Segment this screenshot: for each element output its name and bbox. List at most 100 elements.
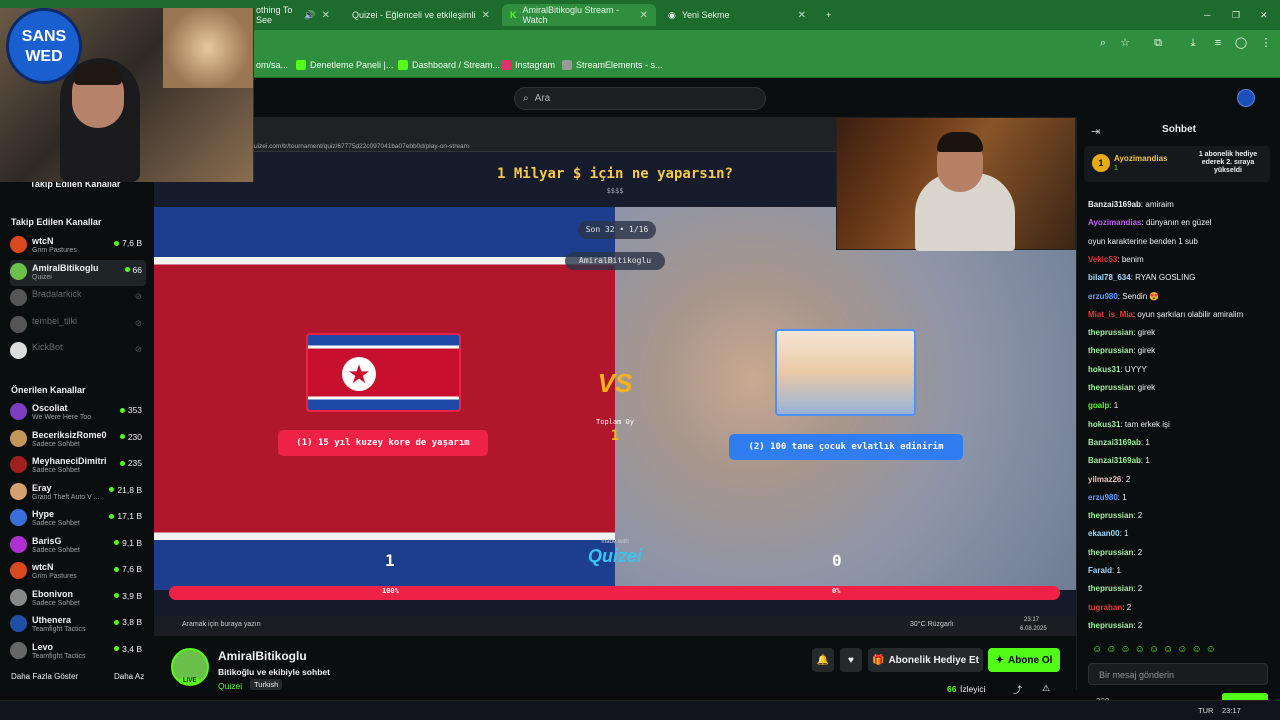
chat-username[interactable]: theprussian xyxy=(1088,621,1133,630)
maximize-button[interactable]: ❐ xyxy=(1224,4,1248,26)
recommended-item-hype[interactable]: Hype Sadece Sohbet 17,1 B xyxy=(10,506,146,532)
chat-username[interactable]: theprussian xyxy=(1088,548,1133,557)
chat-username[interactable]: yilmaz26 xyxy=(1088,475,1121,484)
bookmark-item[interactable]: Dashboard / Stream... xyxy=(398,60,500,70)
clock[interactable]: 23:17 xyxy=(1222,706,1241,715)
channel-name[interactable]: AmiralBitikoglu xyxy=(218,649,307,663)
chat-username[interactable]: erzu980 xyxy=(1088,292,1118,301)
avatar xyxy=(10,429,27,447)
close-icon[interactable]: ✕ xyxy=(798,10,806,21)
live-badge: LIVE xyxy=(180,678,200,684)
notification-bell-button[interactable]: 🔔 xyxy=(812,648,834,672)
chat-username[interactable]: hokus31 xyxy=(1088,365,1120,374)
close-icon[interactable]: ✕ xyxy=(482,10,490,21)
chat-username[interactable]: Banzai3169ab xyxy=(1088,200,1141,209)
channel-logo: SANS WED xyxy=(6,8,82,84)
chat-username[interactable]: theprussian xyxy=(1088,383,1133,392)
recommended-item-oscoliat[interactable]: Oscoliat We Were Here Too 353 xyxy=(10,400,146,426)
option-1-image[interactable]: ★ xyxy=(306,333,461,412)
zoom-icon[interactable]: ⌕ xyxy=(1096,36,1110,50)
avatar xyxy=(10,289,27,306)
offline-icon: ⊘ xyxy=(134,291,142,301)
new-tab-button[interactable]: + xyxy=(818,4,838,26)
tab-3[interactable]: K AmiralBitikoglu Stream - Watch ✕ xyxy=(502,4,656,26)
chat-username[interactable]: Miat_is_Mia xyxy=(1088,310,1133,319)
recommended-item-wtcn[interactable]: wtcN Grim Pastures 7,6 B xyxy=(10,559,146,585)
chat-username[interactable]: Banzai3169ab xyxy=(1088,438,1141,447)
bookmark-item[interactable]: Instagram xyxy=(501,60,555,70)
chat-username[interactable]: Farald xyxy=(1088,566,1112,575)
recommended-item-eray[interactable]: Eray Grand Theft Auto V ... 21,8 B xyxy=(10,480,146,506)
chat-username[interactable]: hokus31 xyxy=(1088,420,1120,429)
channel-name: Bradalarkick xyxy=(32,289,82,299)
tab-search-icon[interactable]: ≡ xyxy=(1211,36,1225,50)
viewer-count: 230 xyxy=(120,432,142,442)
sidebar-item-amiralbitikoglu[interactable]: AmiralBitikoglu Quizei 66 xyxy=(10,259,146,286)
subscribe-button[interactable]: ✦ Abone Ol xyxy=(988,648,1060,672)
recommended-item-barisg[interactable]: BarisG Sadece Sohbet 9,1 B xyxy=(10,533,146,559)
tab-2[interactable]: Quizei - Eğlenceli ve etkileşimli ✕ xyxy=(344,4,498,26)
chat-username[interactable]: Banzai3169ab xyxy=(1088,456,1141,465)
profile-icon[interactable]: ◯ xyxy=(1234,36,1248,50)
option-2-image[interactable] xyxy=(775,329,916,416)
bookmark-item[interactable]: Denetleme Paneli |... xyxy=(296,60,393,70)
extensions-icon[interactable]: ⧉ xyxy=(1151,36,1165,50)
offline-icon: ⊘ xyxy=(134,344,142,354)
recommended-item-levo[interactable]: Levo Teamfight Tactics 3,4 B xyxy=(10,639,146,665)
window-close-button[interactable]: ✕ xyxy=(1252,4,1276,26)
chat-username[interactable]: Vekic53 xyxy=(1088,255,1117,264)
sidebar-item-tembel_tilki[interactable]: tembel_tilki ⊘ xyxy=(10,313,146,339)
sidebar-item-wtcn[interactable]: wtcN Grim Pastures 7,6 B xyxy=(10,233,146,259)
chat-username[interactable]: goalp xyxy=(1088,401,1109,410)
gift-subscription-button[interactable]: 🎁 Abonelik Hediye Et xyxy=(868,648,983,672)
search-input[interactable]: ⌕ Ara xyxy=(514,87,766,110)
total-votes-value: 1 xyxy=(610,428,620,444)
download-icon[interactable]: ⤓ xyxy=(1186,36,1200,50)
chat-username[interactable]: erzu980 xyxy=(1088,493,1118,502)
option-2-label[interactable]: (2) 100 tane çocuk evlatlık edinirim xyxy=(729,434,963,460)
viewer-label: İzleyici xyxy=(960,684,986,694)
recommended-item-beceriksizrome0[interactable]: BeceriksizRome0 Sadece Sohbet 230 xyxy=(10,427,146,453)
chat-username[interactable]: theprussian xyxy=(1088,346,1133,355)
chat-username[interactable]: Ayozimandias xyxy=(1088,218,1142,227)
bookmark-item[interactable]: StreamElements - s... xyxy=(562,60,663,70)
emote-bar[interactable]: ☺☺☺☺☺☺☺☺☺ xyxy=(1092,644,1268,655)
recommended-item-uthenera[interactable]: Uthenera Teamfight Tactics 3,8 B xyxy=(10,612,146,638)
avatar[interactable] xyxy=(1237,89,1255,107)
report-icon[interactable]: ⚠ xyxy=(1042,683,1050,694)
language-indicator[interactable]: TUR xyxy=(1198,706,1213,715)
show-less-link[interactable]: Daha Az xyxy=(114,672,144,681)
sidebar-item-kickbot[interactable]: KickBot ⊘ xyxy=(10,339,146,365)
show-more-link[interactable]: Daha Fazla Göster xyxy=(11,672,78,681)
chat-username[interactable]: bilal78_634 xyxy=(1088,273,1131,282)
menu-icon[interactable]: ⋮ xyxy=(1259,36,1273,50)
viewer-count: 7,6 B xyxy=(114,238,142,248)
recommended-item-ebonivon[interactable]: Ebonivon Sadece Sohbet 3,9 B xyxy=(10,586,146,612)
chat-username[interactable]: ekaan00 xyxy=(1088,529,1120,538)
follow-heart-button[interactable]: ♥ xyxy=(840,648,862,672)
close-icon[interactable]: ✕ xyxy=(640,10,648,21)
chat-text: 1 xyxy=(1145,437,1150,447)
share-icon[interactable]: ⤴ xyxy=(1013,683,1022,696)
language-tag[interactable]: Turkish xyxy=(250,679,283,690)
made-with-label: made with xyxy=(601,539,629,545)
instagram-icon xyxy=(501,60,511,70)
sidebar-item-bradalarkick[interactable]: Bradalarkick ⊘ xyxy=(10,286,146,312)
chat-input[interactable]: Bir mesaj gönderin xyxy=(1088,663,1268,685)
close-icon[interactable]: ✕ xyxy=(322,10,330,21)
option-1-label[interactable]: (1) 15 yıl kuzey kore de yaşarım xyxy=(278,430,488,456)
chat-title: Sohbet xyxy=(1162,124,1196,135)
chat-username[interactable]: tugrahan xyxy=(1088,603,1122,612)
chat-username[interactable]: theprussian xyxy=(1088,584,1133,593)
bookmark-item[interactable]: om/sa... xyxy=(256,60,288,70)
minimize-button[interactable]: ─ xyxy=(1196,4,1218,26)
category-link[interactable]: Quizei xyxy=(218,681,242,691)
chat-message: hokus31: tam erkek işi xyxy=(1088,419,1170,429)
tab-4[interactable]: ◉ Yeni Sekme ✕ xyxy=(660,4,814,26)
chat-username[interactable]: theprussian xyxy=(1088,328,1133,337)
recommended-item-meyhanecidimitri[interactable]: MeyhaneciDimitri Sadece Sohbet 235 xyxy=(10,453,146,479)
bookmark-star-icon[interactable]: ☆ xyxy=(1118,36,1132,50)
channel-game: We Were Here Too xyxy=(32,414,92,421)
tab-1[interactable]: othing To See 🔊 ✕ xyxy=(248,4,338,26)
chat-username[interactable]: theprussian xyxy=(1088,511,1133,520)
